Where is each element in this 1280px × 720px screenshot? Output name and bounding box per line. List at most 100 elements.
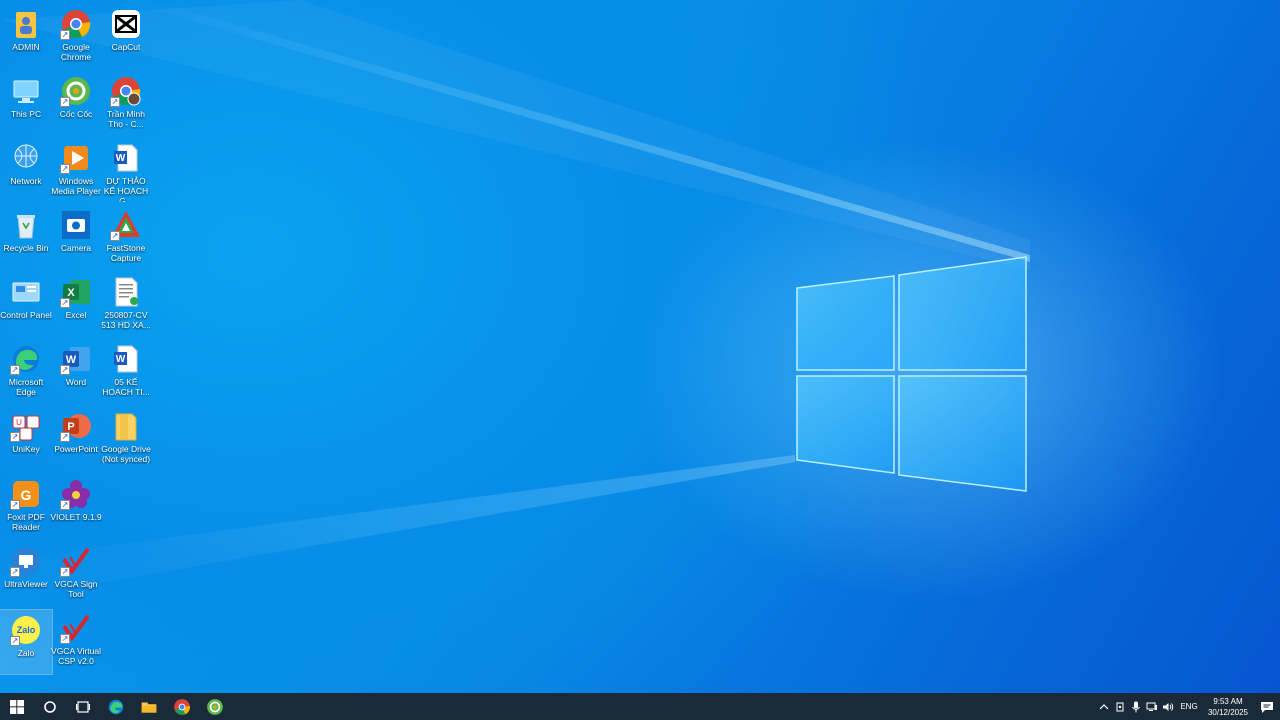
media-player-icon: ↗	[60, 142, 92, 174]
network-icon	[10, 142, 42, 174]
chrome-icon	[173, 698, 190, 715]
faststone-icon: ↗	[110, 209, 142, 241]
desktop-icon-chrome-profile[interactable]: ↗ Trần Minh Thọ - C...	[100, 71, 152, 135]
desktop-icon-250807-cv[interactable]: 250807-CV 513 HD XA...	[100, 272, 152, 336]
taskbar-file-explorer[interactable]	[132, 693, 165, 720]
file-explorer-icon	[141, 702, 156, 713]
desktop-icon-label: Camera	[60, 243, 92, 253]
desktop-icon-faststone-capture[interactable]: ↗ FastStone Capture	[100, 205, 152, 269]
zalo-icon: Zalo ↗	[10, 614, 42, 646]
search-button[interactable]	[33, 693, 66, 720]
taskbar-coccoc[interactable]	[198, 693, 231, 720]
desktop-icon-vgca-virtual-csp[interactable]: ↗ VGCA Virtual CSP v2.0	[50, 608, 102, 672]
windows-start-icon	[9, 699, 24, 714]
chevron-up-icon[interactable]	[1096, 693, 1112, 720]
desktop-icon-label: FastStone Capture	[106, 243, 146, 263]
powerpoint-icon: P ↗	[60, 410, 92, 442]
desktop-icon-unikey[interactable]: U ↗ UniKey	[0, 406, 52, 470]
system-tray: ENG 9:53 AM 30/12/2025	[1096, 693, 1280, 720]
desktop-icon-label: Control Panel	[0, 310, 52, 320]
desktop-icon-network[interactable]: Network	[0, 138, 52, 202]
desktop-icon-google-chrome[interactable]: ↗ Google Chrome	[50, 4, 102, 68]
desktop-icon-foxit-pdf-reader[interactable]: G ↗ Foxit PDF Reader	[0, 474, 52, 538]
desktop-icon-du-thao-ke-hoach[interactable]: W DỰ THẢO KẾ HOẠCH G...	[100, 138, 152, 202]
desktop-icon-google-drive[interactable]: Google Drive (Not synced)	[100, 406, 152, 470]
camera-icon	[60, 209, 92, 241]
desktop-icon-label: Network	[10, 176, 42, 186]
ultraviewer-icon: ↗	[10, 545, 42, 577]
desktop-icon-label: Word	[65, 377, 87, 387]
network-tray-icon[interactable]	[1144, 693, 1160, 720]
cortana-circle-icon	[43, 700, 56, 713]
desktop-icon-excel[interactable]: X ↗ Excel	[50, 272, 102, 336]
word-document-icon: W	[110, 343, 142, 375]
start-button[interactable]	[0, 693, 33, 720]
desktop-icon-05-ke-hoach[interactable]: W 05 KẾ HOẠCH TI...	[100, 339, 152, 403]
desktop-icon-capcut[interactable]: CapCut	[100, 4, 152, 68]
desktop-icon-label: UniKey	[12, 444, 40, 454]
microphone-icon[interactable]	[1128, 693, 1144, 720]
desktop-icon-label: CapCut	[111, 42, 141, 52]
vgca-icon: ↗	[60, 545, 92, 577]
desktop-icon-microsoft-edge[interactable]: ↗ Microsoft Edge	[0, 339, 52, 403]
document-icon	[110, 276, 142, 308]
notification-icon	[1261, 701, 1273, 713]
taskbar-edge[interactable]	[99, 693, 132, 720]
coccoc-icon	[206, 698, 223, 715]
chrome-profile-icon: ↗	[110, 75, 142, 107]
desktop-icon-recycle-bin[interactable]: Recycle Bin	[0, 205, 52, 269]
desktop-icon-label: Zalo	[17, 648, 35, 658]
edge-icon: ↗	[10, 343, 42, 375]
clock[interactable]: 9:53 AM 30/12/2025	[1202, 696, 1254, 718]
desktop-icon-label: This PC	[10, 109, 42, 119]
this-pc-icon	[10, 75, 42, 107]
task-view-icon	[75, 700, 90, 713]
word-document-icon: W	[110, 142, 142, 174]
taskbar-chrome[interactable]	[165, 693, 198, 720]
windows-logo-wallpaper	[796, 256, 1027, 492]
desktop-icon-label: ADMIN	[12, 42, 40, 52]
location-icon[interactable]	[1112, 693, 1128, 720]
recycle-bin-icon	[10, 209, 42, 241]
desktop-icon-label: 05 KẾ HOẠCH TI...	[102, 377, 150, 397]
capcut-icon	[110, 8, 142, 40]
desktop-icon-label: DỰ THẢO KẾ HOẠCH G...	[103, 176, 149, 202]
desktop-icon-violet[interactable]: ↗ VIOLET 9.1.9	[50, 474, 102, 538]
desktop-icon-windows-media-player[interactable]: ↗ Windows Media Player	[50, 138, 102, 202]
violet-icon: ↗	[60, 478, 92, 510]
desktop-icon-label: PowerPoint	[54, 444, 98, 454]
desktop-icon-label: VGCA Virtual CSP v2.0	[51, 646, 101, 666]
desktop-icon-zalo[interactable]: Zalo ↗ Zalo	[0, 609, 53, 675]
desktop-icon-word[interactable]: W ↗ Word	[50, 339, 102, 403]
desktop-icon-label: Microsoft Edge	[8, 377, 44, 397]
desktop-icon-label: 250807-CV 513 HD XA...	[101, 310, 151, 330]
task-view-button[interactable]	[66, 693, 99, 720]
taskbar: ENG 9:53 AM 30/12/2025	[0, 693, 1280, 720]
desktop-icon-this-pc[interactable]: This PC	[0, 71, 52, 135]
desktop-background[interactable]: ADMIN This PC Network Recycle Bin Contro…	[0, 0, 1280, 693]
desktop-icon-vgca-sign-tool[interactable]: ↗ VGCA Sign Tool	[50, 541, 102, 605]
control-panel-icon	[10, 276, 42, 308]
desktop-icon-coccoc[interactable]: ↗ Cốc Cốc	[50, 71, 102, 135]
desktop-icon-label: Windows Media Player	[51, 176, 101, 196]
desktop-icon-label: Excel	[65, 310, 87, 320]
svg-text:G: G	[21, 487, 32, 503]
wallpaper-light-beams	[0, 0, 1030, 600]
input-language[interactable]: ENG	[1176, 702, 1202, 711]
desktop-icon-label: Trần Minh Thọ - C...	[107, 109, 145, 129]
desktop-icon-camera[interactable]: Camera	[50, 205, 102, 269]
desktop-icon-powerpoint[interactable]: P ↗ PowerPoint	[50, 406, 102, 470]
desktop-icon-ultraviewer[interactable]: ↗ UltraViewer	[0, 541, 52, 605]
desktop-icon-control-panel[interactable]: Control Panel	[0, 272, 52, 336]
volume-icon[interactable]	[1160, 693, 1176, 720]
edge-icon	[108, 699, 123, 714]
foxit-icon: G ↗	[10, 478, 42, 510]
desktop-icon-label: Cốc Cốc	[59, 109, 93, 119]
notification-center-button[interactable]	[1254, 693, 1280, 720]
user-folder-icon	[10, 8, 42, 40]
clock-date: 30/12/2025	[1207, 707, 1249, 717]
clock-time: 9:53 AM	[1213, 696, 1243, 706]
coccoc-icon: ↗	[60, 75, 92, 107]
svg-text:W: W	[116, 153, 126, 164]
desktop-icon-admin[interactable]: ADMIN	[0, 4, 52, 68]
